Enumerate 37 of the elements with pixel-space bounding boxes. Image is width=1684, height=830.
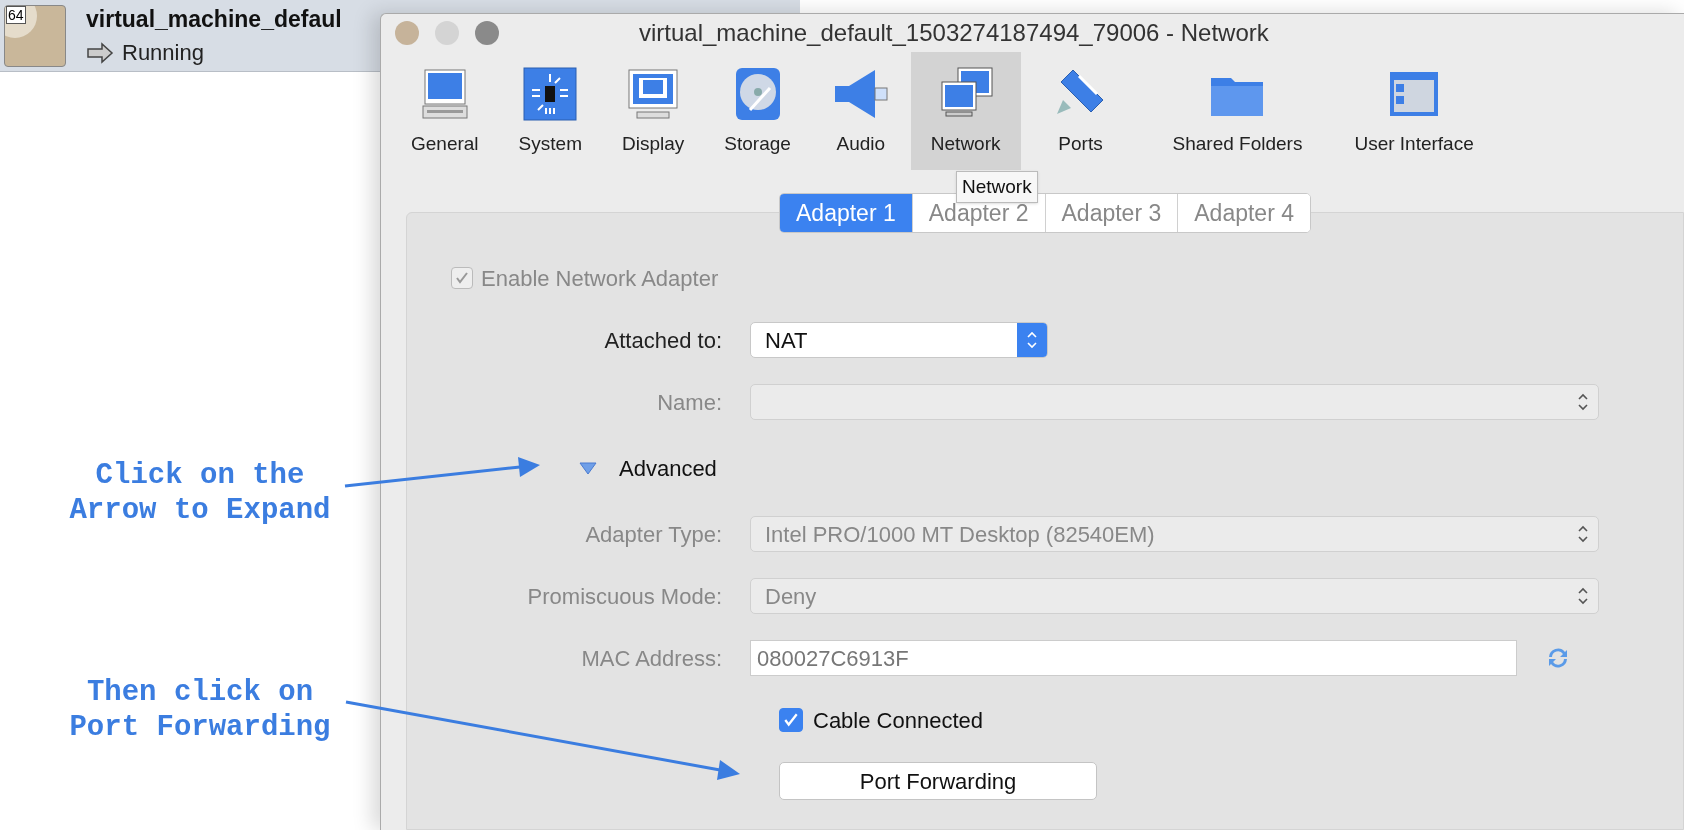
annotation-text: Then click on Port Forwarding (68, 675, 332, 745)
check-icon (455, 271, 469, 285)
vm-os-icon (4, 4, 66, 67)
field-label: Attached to: (604, 327, 722, 353)
tooltip: Network (956, 171, 1038, 203)
toolbar-item[interactable]: User Interface (1334, 52, 1494, 170)
toolbar-item[interactable]: Shared Folders (1140, 52, 1335, 170)
toolbar-item[interactable]: Audio (810, 52, 911, 170)
stepper-icon (1576, 391, 1590, 413)
tab[interactable]: Adapter 1 (780, 194, 912, 232)
os-badge: 64 (6, 6, 26, 24)
stepper-icon (1576, 585, 1590, 607)
toolbar-item[interactable]: Ports (1020, 52, 1141, 170)
stepper-icon (1576, 523, 1590, 545)
checkbox[interactable] (779, 708, 803, 732)
zoom-button[interactable] (475, 21, 499, 45)
mac-address-field[interactable]: 080027C6913F (750, 640, 1517, 676)
toolbar-item[interactable]: Network (910, 52, 1021, 170)
check-icon (783, 712, 799, 728)
vm-name: virtual_machine_defaul (86, 4, 342, 34)
field-label: Name: (657, 389, 722, 415)
port-forwarding-button[interactable]: Port Forwarding (779, 762, 1097, 800)
tab[interactable]: Adapter 4 (1177, 194, 1310, 232)
checkbox-label: Enable Network Adapter (481, 264, 719, 293)
arrow-icon (86, 41, 114, 64)
dropdown[interactable]: NAT (750, 322, 1048, 358)
disclosure-triangle-icon[interactable] (579, 461, 597, 475)
field-label: Adapter Type: (585, 521, 722, 547)
stepper-icon (1025, 329, 1039, 351)
close-button[interactable] (395, 21, 419, 45)
minimize-button[interactable] (435, 21, 459, 45)
field-label: MAC Address: (581, 645, 722, 671)
annotation-text: Click on the Arrow to Expand (68, 458, 332, 528)
section-label: Advanced (619, 454, 717, 483)
checkbox-label: Cable Connected (813, 706, 983, 735)
field-label: Promiscuous Mode: (527, 583, 722, 609)
vm-state: Running (122, 39, 204, 68)
